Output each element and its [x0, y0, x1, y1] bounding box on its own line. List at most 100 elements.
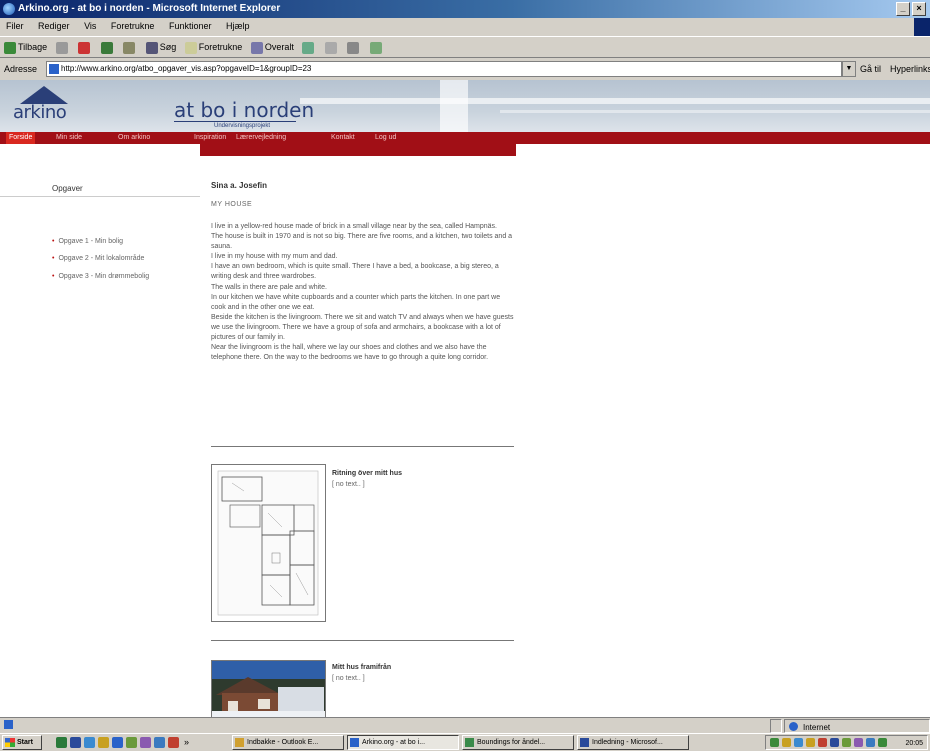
address-bar: Adresse http://www.arkino.org/atbo_opgav…	[0, 59, 930, 79]
bullet-icon: •	[52, 255, 55, 262]
item-title[interactable]: Ritning över mitt hus	[332, 470, 402, 477]
forward-arrow-icon	[55, 41, 68, 54]
menu-tools[interactable]: Funktioner	[163, 18, 218, 35]
start-button[interactable]: Start	[2, 735, 42, 750]
sidebar-item-opgave-2[interactable]: • Opgave 2 - Mit lokalområde	[52, 255, 144, 262]
mail-icon	[324, 41, 337, 54]
site-logo[interactable]: arkino	[13, 102, 67, 123]
taskbar-button[interactable]: Indbakke - Outlook E...	[232, 735, 344, 750]
tray-icon[interactable]	[842, 738, 851, 747]
quicklaunch-icon[interactable]	[112, 737, 123, 748]
nav-log-ud[interactable]: Log ud	[375, 132, 396, 144]
print-button[interactable]	[347, 37, 361, 57]
nav-min-side[interactable]: Min side	[56, 132, 82, 144]
stop-icon	[78, 41, 91, 54]
item-subtitle: [ no text.. ]	[332, 675, 365, 682]
quicklaunch-icon[interactable]	[168, 737, 179, 748]
search-button[interactable]: Søg	[145, 37, 176, 57]
tray-icon[interactable]	[830, 738, 839, 747]
quicklaunch-icon[interactable]	[140, 737, 151, 748]
go-button[interactable]: Gå til	[860, 59, 881, 79]
outlook-icon	[235, 738, 244, 747]
header-beam	[500, 110, 930, 113]
floorplan-drawing	[217, 470, 319, 616]
home-icon	[123, 41, 136, 54]
links-button[interactable]: Hyperlinks	[890, 59, 930, 79]
mail-button[interactable]	[324, 37, 339, 57]
star-icon	[184, 41, 197, 54]
forward-button[interactable]	[55, 37, 70, 57]
sidebar-divider	[0, 196, 200, 197]
nav-forside[interactable]: Forside	[6, 132, 36, 144]
content-divider	[211, 640, 514, 641]
home-button[interactable]	[123, 37, 137, 57]
item-title[interactable]: Mitt hus framifrån	[332, 664, 391, 671]
refresh-icon	[100, 41, 113, 54]
floorplan-image[interactable]	[211, 464, 326, 622]
tray-icon[interactable]	[794, 738, 803, 747]
nav-content-tab	[200, 144, 516, 156]
history-icon	[302, 41, 315, 54]
clock[interactable]: 20:05	[905, 736, 923, 752]
quicklaunch-icon[interactable]	[98, 737, 109, 748]
history-button[interactable]	[302, 37, 316, 57]
system-tray: 20:05	[765, 735, 928, 750]
menu-help[interactable]: Hjælp	[220, 18, 256, 35]
menu-favorites[interactable]: Foretrukne	[105, 18, 161, 35]
nav-kontakt[interactable]: Kontakt	[331, 132, 355, 144]
globe-icon	[789, 722, 798, 731]
tray-icon[interactable]	[770, 738, 779, 747]
quicklaunch-icon[interactable]	[56, 737, 67, 748]
back-arrow-icon	[4, 41, 16, 54]
nav-om-arkino[interactable]: Om arkino	[118, 132, 150, 144]
taskbar-button[interactable]: Indledning - Microsof...	[577, 735, 689, 750]
chevron-right-icon[interactable]: »	[184, 737, 195, 748]
word-icon	[580, 738, 589, 747]
back-button[interactable]: Tilbage	[4, 37, 47, 57]
sidebar-item-opgave-3[interactable]: • Opgave 3 - Min drømmebolig	[52, 273, 149, 280]
address-input[interactable]: http://www.arkino.org/atbo_opgaver_vis.a…	[46, 61, 842, 77]
menu-bar: Filer Rediger Vis Foretrukne Funktioner …	[0, 18, 930, 36]
menu-edit[interactable]: Rediger	[32, 18, 76, 35]
stop-button[interactable]	[78, 37, 92, 57]
paragraph: I live in my house with my mum and dad.	[211, 253, 338, 261]
quicklaunch-icon[interactable]	[154, 737, 165, 748]
browser-window: Arkino.org - at bo i norden - Microsoft …	[0, 0, 930, 751]
paragraph: Beside the kitchen is the livingroom. Th…	[211, 313, 514, 342]
minimize-button[interactable]: _	[896, 2, 910, 16]
title-bar: Arkino.org - at bo i norden - Microsoft …	[0, 0, 930, 18]
tray-icon[interactable]	[818, 738, 827, 747]
nav-inspiration[interactable]: Inspiration	[194, 132, 226, 144]
tray-icon[interactable]	[806, 738, 815, 747]
status-bar: Internet	[0, 717, 930, 733]
favorites-button[interactable]: Foretrukne	[184, 37, 242, 57]
close-button[interactable]: ×	[912, 2, 926, 16]
taskbar: Start » Indbakke - Outlook E... Arkino.o…	[0, 733, 930, 751]
paragraph: I have an own bedroom, which is quite sm…	[211, 263, 499, 281]
edit-button[interactable]	[369, 37, 384, 57]
tray-icon[interactable]	[854, 738, 863, 747]
quicklaunch-icon[interactable]	[70, 737, 81, 748]
house-photo[interactable]	[211, 660, 326, 717]
taskbar-button-active[interactable]: Arkino.org - at bo i...	[347, 735, 459, 750]
refresh-button[interactable]	[100, 37, 115, 57]
site-nav: Forside Min side Om arkino Inspiration L…	[0, 132, 930, 144]
taskbar-button[interactable]: Boundings for åndel...	[462, 735, 574, 750]
menu-view[interactable]: Vis	[78, 18, 102, 35]
quicklaunch-icon[interactable]	[84, 737, 95, 748]
sidebar-item-opgave-1[interactable]: • Opgave 1 - Min bolig	[52, 238, 123, 245]
quicklaunch-icon[interactable]	[126, 737, 137, 748]
media-button[interactable]: Overalt	[250, 37, 294, 57]
address-url: http://www.arkino.org/atbo_opgaver_vis.a…	[61, 64, 312, 73]
address-dropdown-button[interactable]: ▼	[842, 61, 856, 77]
toolbar: Tilbage Søg Foretrukne Overalt	[0, 36, 930, 58]
page-icon	[49, 64, 59, 74]
item-subtitle: [ no text.. ]	[332, 481, 365, 488]
tray-icon[interactable]	[878, 738, 887, 747]
tray-icon[interactable]	[866, 738, 875, 747]
internet-explorer-icon	[3, 3, 15, 15]
nav-laerervejledning[interactable]: Lærervejledning	[236, 132, 286, 144]
tray-icon[interactable]	[782, 738, 791, 747]
windows-flag-icon	[5, 738, 15, 747]
menu-file[interactable]: Filer	[0, 18, 30, 35]
